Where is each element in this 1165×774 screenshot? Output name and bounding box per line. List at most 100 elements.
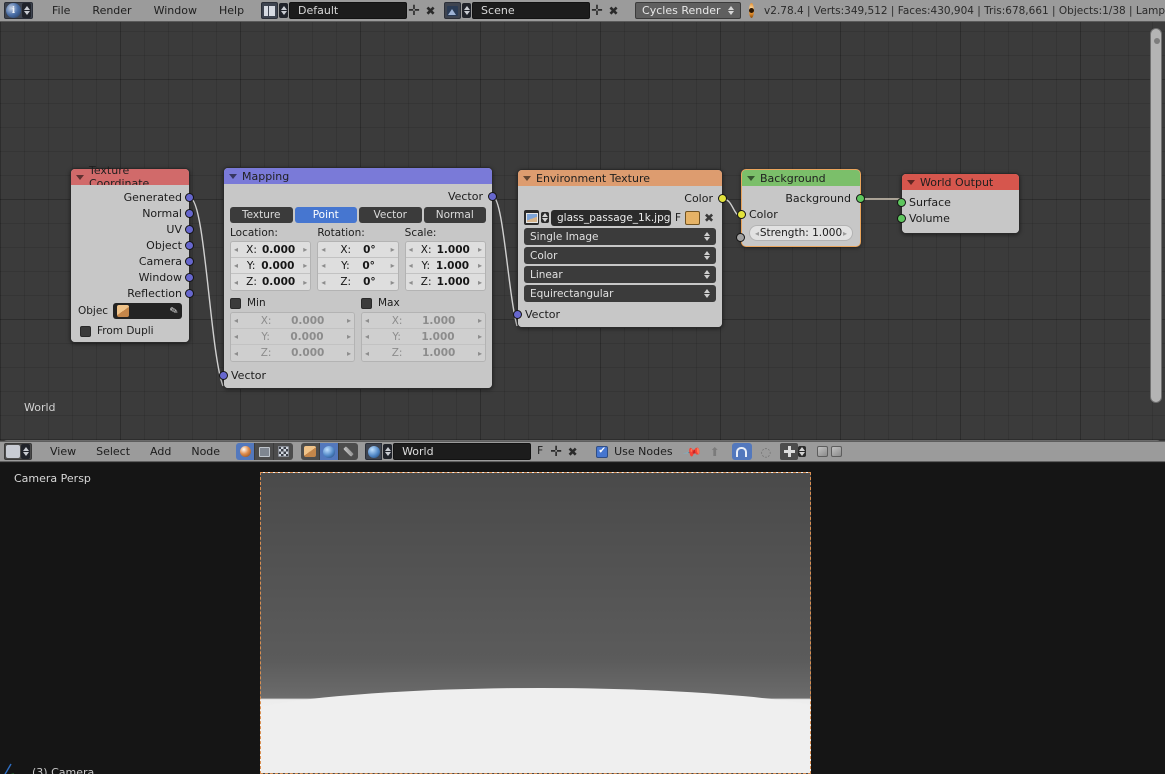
image-name-field[interactable]: glass_passage_1k.jpg	[551, 209, 671, 226]
open-folder-icon[interactable]	[685, 210, 700, 225]
dropdown-color-space[interactable]: Color	[524, 247, 716, 264]
tab-point[interactable]: Point	[294, 207, 357, 223]
scene-field[interactable]: Scene	[472, 2, 591, 19]
ne-menu-select[interactable]: Select	[86, 441, 140, 462]
scene-selector[interactable]: Scene ✛ ✖	[444, 2, 621, 20]
socket-row-mapping-vector-out[interactable]: Vector	[224, 188, 497, 204]
socket-row-reflection[interactable]: Reflection	[71, 285, 194, 301]
world-name-field[interactable]: World	[393, 443, 532, 460]
screen-layout-selector[interactable]: Default ✛ ✖	[261, 2, 438, 20]
delete-scene-x-icon[interactable]: ✖	[606, 2, 621, 19]
socket-row-envtex-color[interactable]: Color	[518, 190, 727, 206]
world-browse-spinner-icon[interactable]	[383, 444, 393, 459]
location-x-field[interactable]: ◂ X: 0.000 ▸	[231, 242, 311, 258]
max-y-field[interactable]: ◂ Y: 1.000 ▸	[362, 329, 485, 345]
proportional-edit-icon[interactable]: ◌	[761, 445, 771, 459]
socket-vector-output[interactable]	[488, 191, 497, 201]
snap-element-icon[interactable]	[780, 443, 799, 460]
node-header-mapping[interactable]: Mapping	[224, 168, 492, 184]
fake-user-button[interactable]: F	[531, 443, 549, 460]
socket-color-output[interactable]	[718, 193, 727, 203]
snap-element-spinner-icon[interactable]	[798, 446, 807, 457]
editor-type-spinner-icon[interactable]	[21, 444, 30, 459]
socket-object[interactable]	[185, 240, 194, 250]
collapse-triangle-icon[interactable]	[76, 174, 84, 180]
ne-menu-view[interactable]: View	[40, 441, 86, 462]
object-picker-row[interactable]: Objec ✎	[71, 301, 189, 319]
texture-nodes-icon[interactable]	[274, 443, 294, 460]
new-screen-plus-icon[interactable]: ✛	[407, 3, 421, 18]
world-icon[interactable]	[365, 443, 383, 460]
decrement-arrow-icon[interactable]: ◂	[755, 229, 759, 238]
checkbox-box-icon[interactable]	[361, 297, 372, 309]
rotation-x-field[interactable]: ◂ X: 0° ▸	[318, 242, 398, 258]
min-checkbox[interactable]: Min	[230, 297, 355, 309]
checkbox-box-icon[interactable]	[230, 297, 241, 309]
object-field[interactable]: ✎	[113, 303, 182, 319]
tab-vector[interactable]: Vector	[359, 207, 422, 223]
menu-file[interactable]: File	[41, 0, 81, 22]
socket-surface-input[interactable]	[897, 197, 906, 207]
lamp-shader-icon[interactable]	[339, 443, 359, 460]
checkbox-box-icon[interactable]	[80, 325, 91, 337]
socket-row-window[interactable]: Window	[71, 269, 194, 285]
socket-window[interactable]	[185, 272, 194, 282]
collapse-triangle-icon[interactable]	[907, 179, 915, 185]
socket-normal[interactable]	[185, 208, 194, 218]
eyedropper-icon[interactable]: ✎	[168, 305, 179, 318]
max-checkbox[interactable]: Max	[361, 297, 486, 309]
socket-row-envtex-vector[interactable]: Vector	[513, 306, 722, 322]
tree-type-toggle-group[interactable]	[236, 443, 294, 460]
shader-type-toggle-group[interactable]	[301, 443, 359, 460]
ne-menu-add[interactable]: Add	[140, 441, 181, 462]
compositing-nodes-icon[interactable]	[255, 443, 275, 460]
tab-texture[interactable]: Texture	[230, 207, 293, 223]
socket-row-background-color[interactable]: Color	[737, 206, 860, 222]
shader-nodes-icon[interactable]	[236, 443, 256, 460]
scale-z-field[interactable]: ◂ Z: 1.000 ▸	[405, 274, 485, 290]
scale-y-field[interactable]: ◂ Y: 1.000 ▸	[405, 258, 485, 274]
socket-row-object[interactable]: Object	[71, 237, 194, 253]
collapse-triangle-icon[interactable]	[523, 175, 531, 181]
3d-viewport[interactable]: Camera Persp (3) Camera	[0, 463, 1165, 774]
go-to-parent-icon[interactable]: ⬆	[710, 445, 720, 459]
socket-volume-input[interactable]	[897, 213, 906, 223]
node-background[interactable]: Background Background Color ◂ Strength: …	[736, 169, 865, 247]
socket-color-input[interactable]	[737, 209, 746, 219]
socket-row-normal[interactable]: Normal	[71, 205, 194, 221]
ne-menu-node[interactable]: Node	[181, 441, 230, 462]
dropdown-projection[interactable]: Equirectangular	[524, 285, 716, 302]
min-z-field[interactable]: ◂ Z: 0.000 ▸	[231, 345, 354, 361]
screen-layout-field[interactable]: Default	[289, 2, 408, 19]
scene-spinner-icon[interactable]	[462, 3, 472, 18]
blender-menu-button[interactable]: i	[4, 2, 33, 19]
rotation-y-field[interactable]: ◂ Y: 0° ▸	[318, 258, 398, 274]
scale-x-field[interactable]: ◂ X: 1.000 ▸	[405, 242, 485, 258]
socket-vector-input[interactable]	[513, 309, 522, 319]
socket-reflection[interactable]	[185, 288, 194, 298]
socket-background-output[interactable]	[856, 193, 865, 203]
menu-render[interactable]: Render	[81, 0, 142, 22]
editor-type-button[interactable]	[4, 443, 32, 460]
unlink-world-x-icon[interactable]: ✖	[565, 443, 580, 460]
min-y-field[interactable]: ◂ Y: 0.000 ▸	[231, 329, 354, 345]
strength-row[interactable]: ◂ Strength: 1.000 ▸	[736, 225, 860, 242]
node-editor-canvas[interactable]: Texture Coordinate Generated Normal UV O…	[0, 22, 1165, 440]
copy-nodes-icon[interactable]	[817, 446, 829, 457]
fake-user-button[interactable]: F	[673, 212, 683, 224]
duplicate-node-buttons[interactable]	[817, 446, 843, 457]
image-browse-spinner-icon[interactable]	[541, 212, 549, 223]
socket-row-camera[interactable]: Camera	[71, 253, 194, 269]
mapping-type-tabs[interactable]: Texture Point Vector Normal	[224, 207, 492, 223]
screen-layout-spinner-icon[interactable]	[279, 3, 289, 18]
pin-icon[interactable]: 📌	[682, 441, 702, 461]
location-y-field[interactable]: ◂ Y: 0.000 ▸	[231, 258, 311, 274]
node-mapping[interactable]: Mapping Vector Texture Point Vector Norm…	[219, 167, 497, 389]
location-z-field[interactable]: ◂ Z: 0.000 ▸	[231, 274, 311, 290]
editor-type-spinner-icon[interactable]	[22, 3, 31, 18]
socket-strength-input[interactable]	[736, 232, 745, 242]
scrollbar-thumb[interactable]	[1150, 28, 1162, 403]
socket-vector-input[interactable]	[219, 370, 228, 380]
socket-row-surface[interactable]: Surface	[897, 194, 1019, 210]
socket-row-mapping-vector-in[interactable]: Vector	[219, 367, 492, 383]
